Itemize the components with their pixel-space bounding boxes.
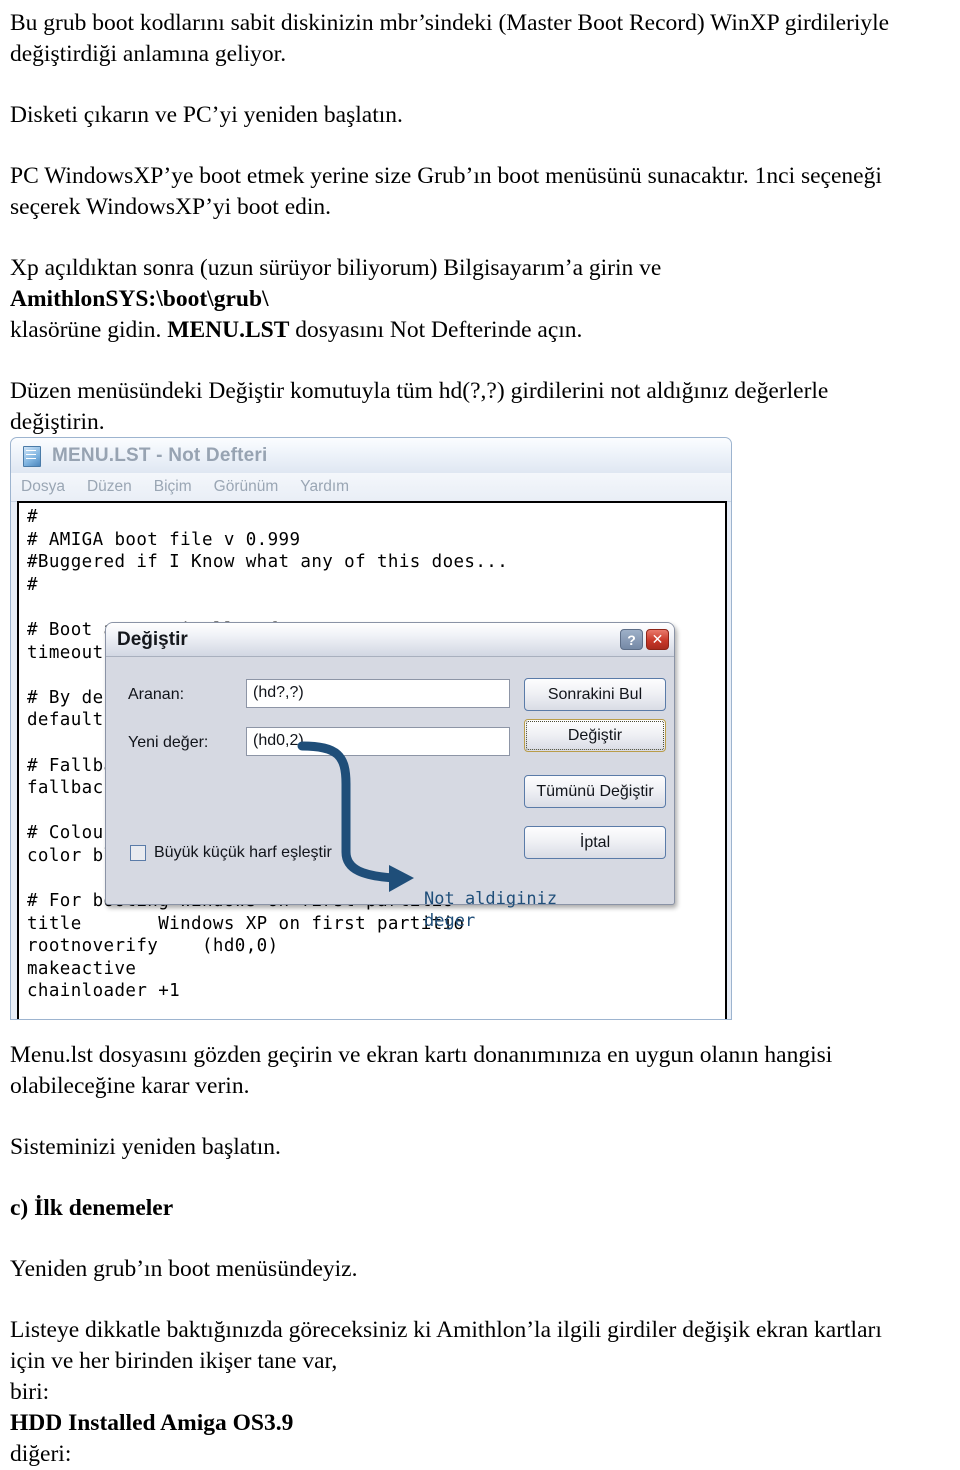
notepad-window-title: MENU.LST - Not Defteri <box>52 444 268 466</box>
notepad-menubar: Dosya Düzen Biçim Görünüm Yardım <box>11 473 731 502</box>
paragraph-4-line-3-prefix: klasörüne gidin. <box>10 317 168 343</box>
paragraph-7: Sisteminizi yeniden başlatın. <box>10 1132 950 1163</box>
paragraph-3-line-1: PC WindowsXP’ye boot etmek yerine size G… <box>10 163 882 189</box>
paragraph-2: Disketi çıkarın ve PC’yi yeniden başlatı… <box>10 100 950 131</box>
paragraph-10: Listeye dikkatle baktığınızda göreceksin… <box>10 1315 950 1408</box>
grub-entry-name: HDD Installed Amiga OS3.9 <box>10 1410 294 1436</box>
menu-item-dosya[interactable]: Dosya <box>21 478 65 496</box>
paragraph-4-line-1: Xp açıldıktan sonra (uzun sürüyor biliyo… <box>10 255 662 281</box>
paragraph-3-line-2: seçerek WindowsXP’yi boot edin. <box>10 194 332 220</box>
notepad-icon <box>21 445 43 467</box>
paragraph-10-line-1: Listeye dikkatle baktığınızda göreceksin… <box>10 1317 882 1343</box>
menu-lst-filename: MENU.LST <box>167 317 290 343</box>
paragraph-1: Bu grub boot kodlarını sabit diskinizin … <box>10 8 950 70</box>
paragraph-9: Yeniden grub’ın boot menüsündeyiz. <box>10 1254 950 1285</box>
replace-button[interactable]: Değiştir <box>524 719 666 752</box>
replace-dialog-title: Değiştir <box>117 628 188 650</box>
paragraph-7-line-1: Sisteminizi yeniden başlatın. <box>10 1134 281 1160</box>
close-icon[interactable]: ✕ <box>646 629 669 650</box>
paragraph-6-line-1: Menu.lst dosyasını gözden geçirin ve ekr… <box>10 1042 833 1068</box>
paragraph-5: Düzen menüsündeki Değiştir komutuyla tüm… <box>10 376 950 438</box>
help-icon[interactable]: ? <box>620 629 643 650</box>
find-next-button[interactable]: Sonrakini Bul <box>524 678 666 711</box>
paragraph-10-line-3: biri: <box>10 1379 50 1405</box>
cancel-button[interactable]: İptal <box>524 826 666 859</box>
menu-item-duzen[interactable]: Düzen <box>87 478 132 496</box>
document-body: Bu grub boot kodlarını sabit diskinizin … <box>10 0 950 438</box>
paragraph-5-line-1: Düzen menüsündeki Değiştir komutuyla tüm… <box>10 378 829 404</box>
replace-input[interactable]: (hd0,2) <box>246 727 510 756</box>
match-case-checkbox[interactable] <box>130 845 146 861</box>
annotation-text: Not aldiginiz deger <box>424 889 558 931</box>
paragraph-1-line-2: değiştirdiği anlamına geliyor. <box>10 41 287 67</box>
paragraph-1-line-1: Bu grub boot kodlarını sabit diskinizin … <box>10 10 890 36</box>
menu-item-bicim[interactable]: Biçim <box>154 478 192 496</box>
find-input[interactable]: (hd?,?) <box>246 679 510 708</box>
menu-item-yardim[interactable]: Yardım <box>300 478 349 496</box>
paragraph-2-line-1: Disketi çıkarın ve PC’yi yeniden başlatı… <box>10 102 403 128</box>
replace-dialog-titlebar: Değiştir ? ✕ <box>106 623 674 657</box>
replace-dialog: Değiştir ? ✕ Aranan: (hd?,?) Yeni değer:… <box>105 622 675 931</box>
notepad-titlebar: MENU.LST - Not Defteri <box>11 438 731 473</box>
section-heading-c: c) İlk denemeler <box>10 1195 174 1221</box>
notepad-screenshot-figure: MENU.LST - Not Defteri Dosya Düzen Biçim… <box>10 437 732 1020</box>
paragraph-3: PC WindowsXP’ye boot etmek yerine size G… <box>10 161 950 223</box>
replace-dialog-body: Aranan: (hd?,?) Yeni değer: (hd0,2) Sonr… <box>106 656 674 931</box>
match-case-label: Büyük küçük harf eşleştir <box>154 844 332 861</box>
grub-folder-path: AmithlonSYS:\boot\grub\ <box>10 286 269 312</box>
paragraph-12: diğeri: <box>10 1439 950 1470</box>
menu-item-gorunum[interactable]: Görünüm <box>214 478 279 496</box>
paragraph-4-line-3-suffix: dosyasını Not Defterinde açın. <box>289 317 583 343</box>
paragraph-6: Menu.lst dosyasını gözden geçirin ve ekr… <box>10 1040 950 1102</box>
replace-field-label: Yeni değer: <box>128 734 209 751</box>
document-body-lower: Menu.lst dosyasını gözden geçirin ve ekr… <box>10 1040 950 1470</box>
paragraph-5-line-2: değiştirin. <box>10 409 105 435</box>
replace-all-button[interactable]: Tümünü Değiştir <box>524 775 666 808</box>
paragraph-4: Xp açıldıktan sonra (uzun sürüyor biliyo… <box>10 253 950 346</box>
paragraph-10-line-2: için ve her birinden ikişer tane var, <box>10 1348 338 1374</box>
match-case-row[interactable]: Büyük küçük harf eşleştir <box>130 844 332 862</box>
paragraph-6-line-2: olabileceğine karar verin. <box>10 1073 250 1099</box>
paragraph-12-line-1: diğeri: <box>10 1441 72 1467</box>
paragraph-9-line-1: Yeniden grub’ın boot menüsündeyiz. <box>10 1256 358 1282</box>
find-field-label: Aranan: <box>128 686 185 703</box>
